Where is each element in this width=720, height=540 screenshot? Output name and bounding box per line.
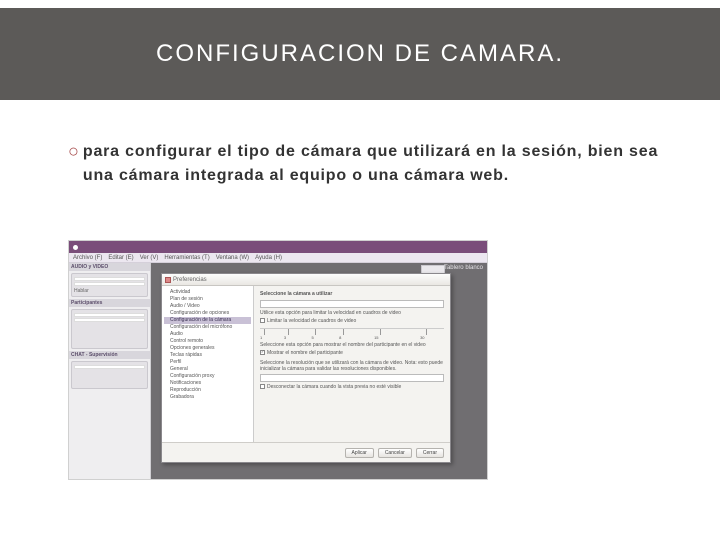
scale-tick-label: 8 xyxy=(339,335,341,340)
slide-title: CONFIGURACION DE CAMARA. xyxy=(156,40,564,68)
close-button[interactable]: Cerrar xyxy=(416,448,444,458)
framerate-scale[interactable]: 1 3 5 8 15 30 xyxy=(260,328,444,338)
checkbox-row[interactable]: Limitar la velocidad de cuadros de video xyxy=(260,318,444,324)
menu-window[interactable]: Ventana (W) xyxy=(216,255,249,261)
tree-item[interactable]: Grabadora xyxy=(164,394,251,401)
checkbox-label: Mostrar el nombre del participante xyxy=(267,350,343,356)
dialog-app-icon xyxy=(165,277,171,283)
checkbox-label: Desconectar la cámara cuando la vista pr… xyxy=(267,384,401,390)
chat-input[interactable] xyxy=(74,365,145,369)
tree-item[interactable]: Audio / Video xyxy=(164,303,251,310)
tree-item-selected[interactable]: Configuración de la cámara xyxy=(164,317,251,324)
apply-button[interactable]: Aplicar xyxy=(345,448,374,458)
tree-item[interactable]: Teclas rápidas xyxy=(164,352,251,359)
scale-tick-label: 30 xyxy=(420,335,424,340)
tree-item[interactable]: Control remoto xyxy=(164,338,251,345)
checkbox-label: Limitar la velocidad de cuadros de video xyxy=(267,318,356,324)
tree-item[interactable]: Configuración proxy xyxy=(164,373,251,380)
show-name-hint: Seleccione esta opción para mostrar el n… xyxy=(260,342,444,348)
tree-item[interactable]: Plan de sesión xyxy=(164,296,251,303)
cancel-button[interactable]: Cancelar xyxy=(378,448,412,458)
scale-tick-label: 15 xyxy=(374,335,378,340)
scale-tick-label: 1 xyxy=(260,335,262,340)
resolution-dropdown[interactable] xyxy=(260,374,444,382)
tree-item[interactable]: General xyxy=(164,366,251,373)
menu-tools[interactable]: Herramientas (T) xyxy=(164,255,209,261)
tree-item[interactable]: Actividad xyxy=(164,289,251,296)
tree-item[interactable]: Notificaciones xyxy=(164,380,251,387)
tree-item[interactable]: Configuración del micrófono xyxy=(164,324,251,331)
bullet-circle-icon: ○ xyxy=(68,142,79,188)
app-content: Tablero blanco Preferencias Actividad Pl… xyxy=(151,263,487,479)
scale-tick-label: 5 xyxy=(312,335,314,340)
content-tab-label[interactable]: Tablero blanco xyxy=(444,265,483,271)
slide-title-band: CONFIGURACION DE CAMARA. xyxy=(0,8,720,100)
dialog-right-pane: Seleccione la cámara a utilizar Utilice … xyxy=(254,286,450,442)
app-menubar: Archivo (F) Editar (E) Ver (V) Herramien… xyxy=(69,253,487,263)
preferences-dialog: Preferencias Actividad Plan de sesión Au… xyxy=(161,273,451,463)
app-titlebar xyxy=(69,241,487,253)
talk-label[interactable]: Hablar xyxy=(74,288,145,294)
dialog-footer: Aplicar Cancelar Cerrar xyxy=(162,442,450,462)
tree-item[interactable]: Audio xyxy=(164,331,251,338)
tree-item[interactable]: Perfil xyxy=(164,359,251,366)
checkbox-icon[interactable] xyxy=(260,384,265,389)
menu-view[interactable]: Ver (V) xyxy=(140,255,159,261)
panel-participants xyxy=(71,309,148,349)
checkbox-row[interactable]: Mostrar el nombre del participante xyxy=(260,350,444,356)
video-meter xyxy=(74,282,145,286)
slide-body: ○ para configurar el tipo de cámara que … xyxy=(68,140,670,188)
dialog-titlebar: Preferencias xyxy=(162,274,450,286)
app-logo-icon xyxy=(73,245,78,250)
bullet-row: ○ para configurar el tipo de cámara que … xyxy=(68,140,670,188)
tree-item[interactable]: Reproducción xyxy=(164,387,251,394)
application-screenshot: Archivo (F) Editar (E) Ver (V) Herramien… xyxy=(68,240,488,480)
camera-select-dropdown[interactable] xyxy=(260,300,444,308)
dialog-title: Preferencias xyxy=(173,277,207,283)
app-main: AUDIO y VIDEO Hablar Participantes CHAT … xyxy=(69,263,487,479)
checkbox-checked-icon[interactable] xyxy=(260,350,265,355)
panel-chat xyxy=(71,361,148,389)
menu-file[interactable]: Archivo (F) xyxy=(73,255,102,261)
framerate-hint: Utilice esta opción para limitar la velo… xyxy=(260,310,444,316)
camera-select-heading: Seleccione la cámara a utilizar xyxy=(260,291,444,297)
dialog-body: Actividad Plan de sesión Audio / Video C… xyxy=(162,286,450,442)
tree-item[interactable]: Opciones generales xyxy=(164,345,251,352)
audio-meter xyxy=(74,277,145,281)
panel-participants-header[interactable]: Participantes xyxy=(69,299,150,307)
panel-chat-header[interactable]: CHAT - Supervisión xyxy=(69,351,150,359)
dialog-tree[interactable]: Actividad Plan de sesión Audio / Video C… xyxy=(162,286,254,442)
list-item[interactable] xyxy=(74,318,145,322)
bullet-text: para configurar el tipo de cámara que ut… xyxy=(83,140,670,188)
scale-tick-label: 3 xyxy=(284,335,286,340)
app-sidebar: AUDIO y VIDEO Hablar Participantes CHAT … xyxy=(69,263,151,479)
menu-edit[interactable]: Editar (E) xyxy=(108,255,133,261)
panel-audio-video: Hablar xyxy=(71,273,148,297)
tree-item[interactable]: Configuración de opciones xyxy=(164,310,251,317)
panel-audio-video-header[interactable]: AUDIO y VIDEO xyxy=(69,263,150,271)
checkbox-row[interactable]: Desconectar la cámara cuando la vista pr… xyxy=(260,384,444,390)
checkbox-icon[interactable] xyxy=(260,318,265,323)
menu-help[interactable]: Ayuda (H) xyxy=(255,255,282,261)
resolution-hint: Seleccione la resolución que se utilizar… xyxy=(260,360,444,372)
list-item[interactable] xyxy=(74,313,145,317)
